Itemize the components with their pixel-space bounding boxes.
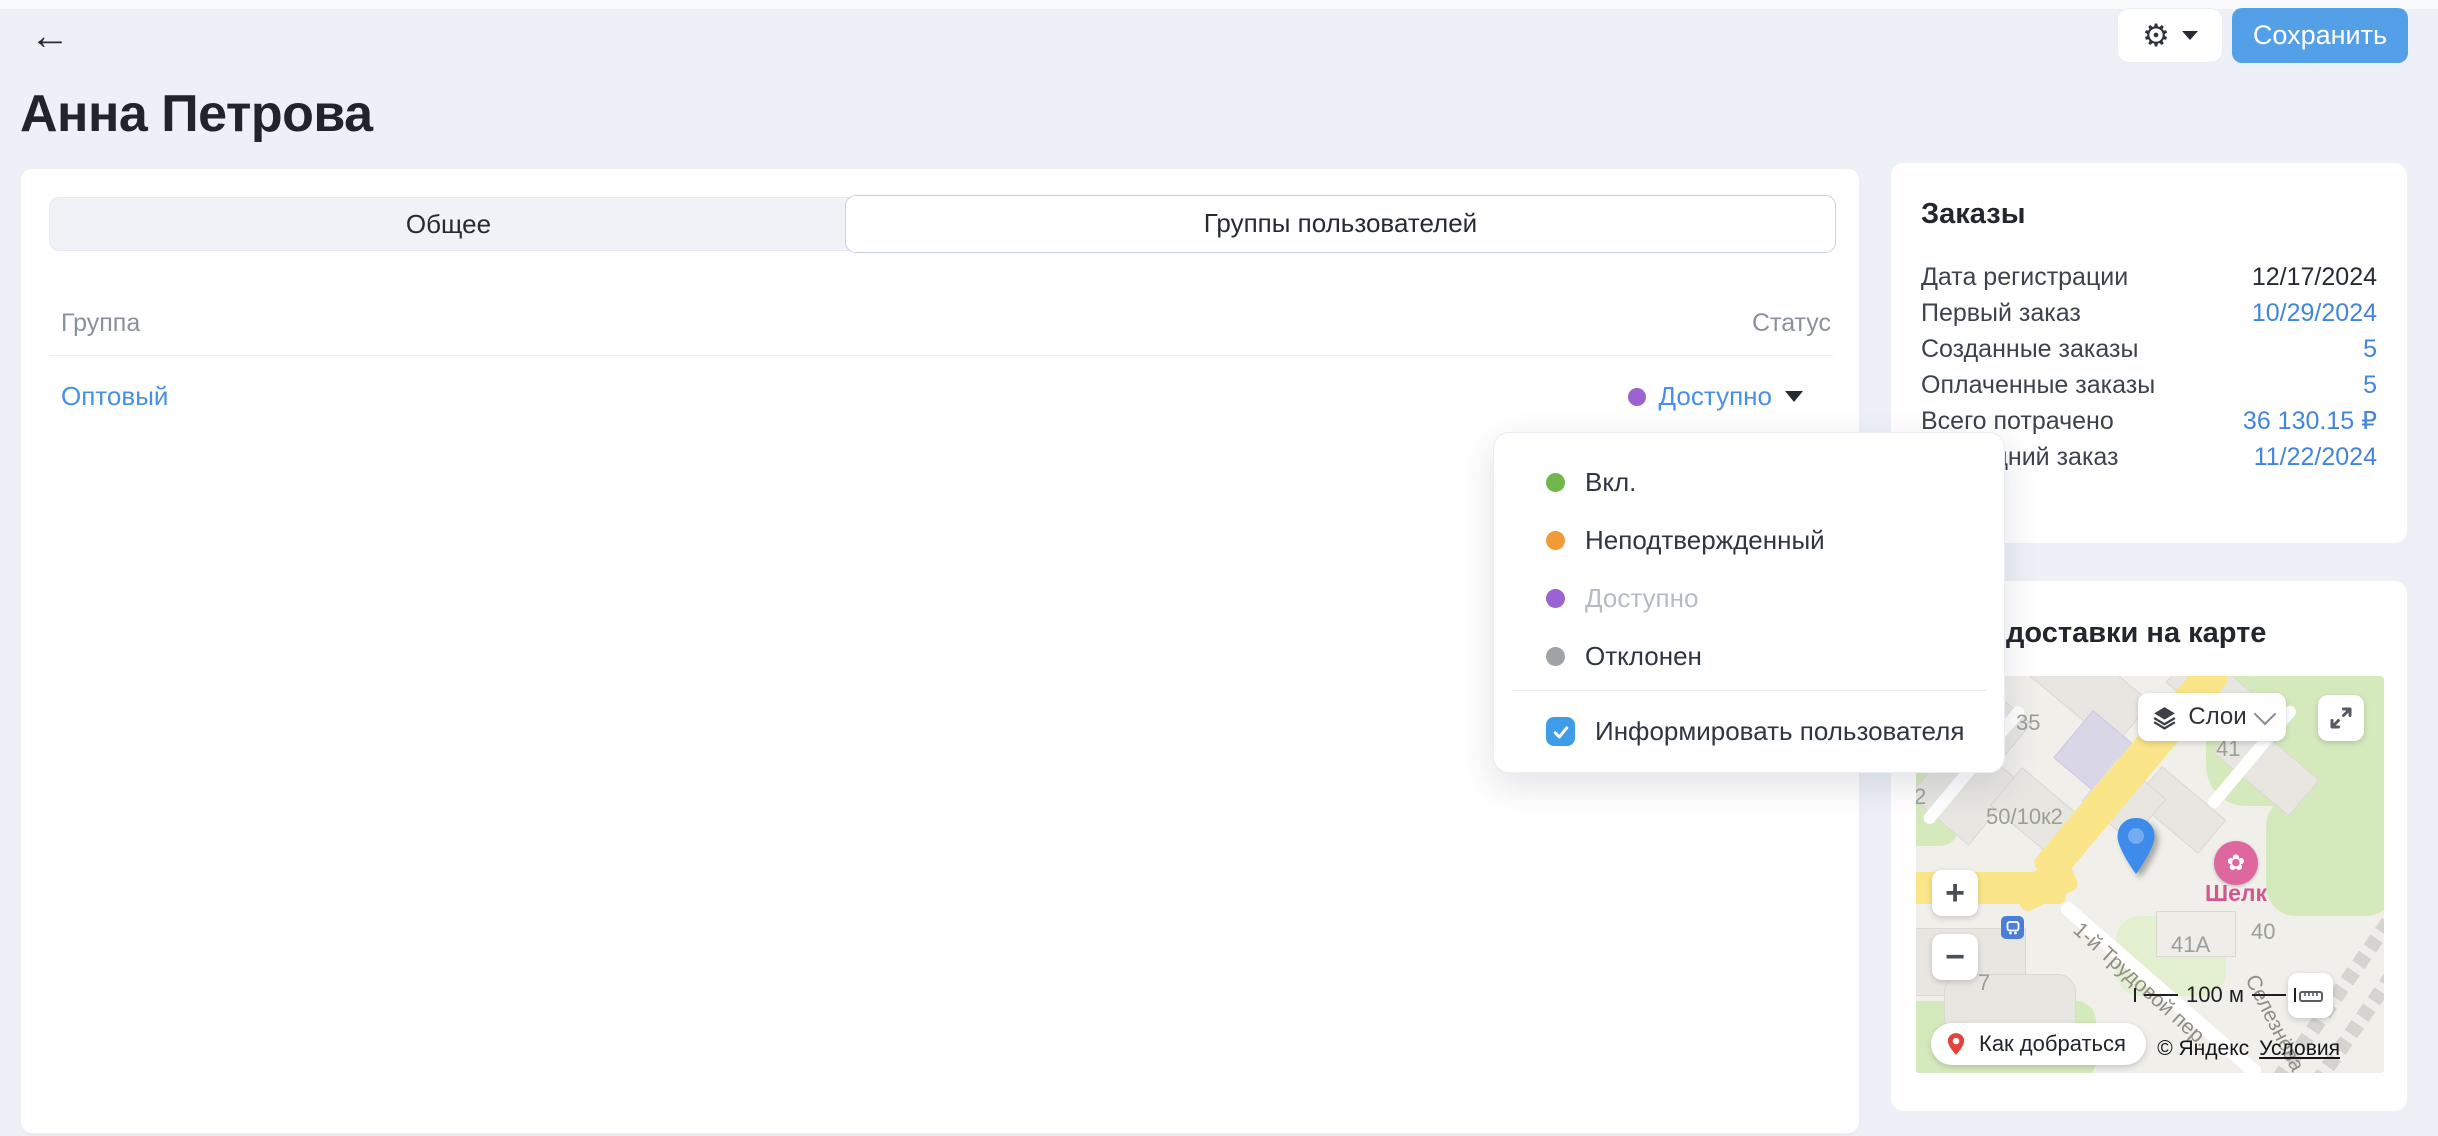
poi-label: Шелк: [2188, 880, 2284, 907]
checkbox-label: Информировать пользователя: [1595, 716, 1964, 747]
layers-button[interactable]: Слои: [2138, 693, 2286, 741]
directions-button[interactable]: Как добраться: [1931, 1023, 2146, 1065]
tab-user-groups[interactable]: Группы пользователей: [845, 195, 1836, 253]
order-row: Созданные заказы 5: [1921, 331, 2377, 367]
screen: ← Анна Петрова ⚙ Сохранить Общее Группы …: [0, 0, 2438, 1136]
checkbox-checked[interactable]: [1546, 717, 1575, 746]
map-card-title: доставки на карте: [2006, 617, 2266, 650]
map-label: 7: [1978, 970, 1990, 996]
order-label: Первый заказ: [1921, 299, 2081, 328]
save-button[interactable]: Сохранить: [2232, 8, 2408, 63]
scale-label: 100 м: [2186, 982, 2244, 1008]
column-header-group: Группа: [61, 309, 140, 338]
map-label: 35: [2016, 710, 2040, 736]
order-value-link[interactable]: 11/22/2024: [2254, 443, 2377, 472]
red-pin-icon: [1943, 1031, 1969, 1057]
page-title: Анна Петрова: [20, 84, 373, 144]
caret-down-icon: [1785, 391, 1803, 402]
status-dot: [1546, 589, 1565, 608]
status-menu: Вкл. Неподтвержденный Доступно Отклонен …: [1493, 432, 2005, 773]
order-value-link[interactable]: 5: [2363, 335, 2377, 364]
check-icon: [1551, 722, 1571, 742]
layers-label: Слои: [2188, 703, 2246, 731]
menu-option-available[interactable]: Доступно: [1494, 569, 2004, 627]
back-arrow-icon: ←: [30, 14, 70, 59]
chevron-down-icon: [2253, 703, 2276, 726]
plus-icon: +: [1945, 876, 1965, 910]
status-dot: [1546, 647, 1565, 666]
terms-link[interactable]: Условия: [2259, 1037, 2340, 1061]
table-divider: [49, 355, 1833, 356]
settings-button[interactable]: ⚙: [2117, 8, 2223, 63]
status-dot: [1546, 531, 1565, 550]
menu-option-label: Неподтвержденный: [1585, 525, 1825, 556]
order-label: Созданные заказы: [1921, 335, 2138, 364]
status-dot: [1628, 388, 1646, 406]
gear-icon: ⚙: [2142, 20, 2170, 51]
map-pin-icon[interactable]: [2114, 816, 2158, 881]
status-control[interactable]: Доступно: [1628, 381, 1803, 412]
orders-title: Заказы: [1921, 195, 2377, 233]
order-row: Дата регистрации 12/17/2024: [1921, 259, 2377, 295]
top-strip: [0, 0, 2438, 9]
order-label: Дата регистрации: [1921, 263, 2128, 292]
fullscreen-button[interactable]: [2318, 695, 2364, 741]
minus-icon: −: [1945, 940, 1965, 974]
order-value-link[interactable]: 10/29/2024: [2252, 299, 2377, 328]
tab-general[interactable]: Общее: [50, 198, 847, 250]
ruler-icon: [2297, 982, 2325, 1010]
tab-bar: Общее Группы пользователей: [49, 197, 1833, 251]
status-dot: [1546, 473, 1565, 492]
copyright-text: © Яндекс: [2157, 1037, 2249, 1061]
map-label: 41А: [2171, 932, 2210, 958]
menu-option-label: Доступно: [1585, 583, 1698, 614]
menu-option-rejected[interactable]: Отклонен: [1494, 627, 2004, 685]
order-value: 12/17/2024: [2252, 263, 2377, 292]
menu-option-unconfirmed[interactable]: Неподтвержденный: [1494, 511, 2004, 569]
poi-marker[interactable]: ✿: [2214, 841, 2258, 885]
menu-option-label: Вкл.: [1585, 467, 1636, 498]
zoom-out-button[interactable]: −: [1932, 934, 1978, 980]
menu-option-label: Отклонен: [1585, 641, 1702, 672]
map-label: 50/10к2: [1986, 804, 2063, 830]
order-label: Оплаченные заказы: [1921, 371, 2155, 400]
flower-icon: ✿: [2227, 850, 2245, 876]
menu-option-on[interactable]: Вкл.: [1494, 453, 2004, 511]
order-value-link[interactable]: 36 130.15 ₽: [2243, 406, 2377, 436]
order-value-link[interactable]: 5: [2363, 371, 2377, 400]
zoom-in-button[interactable]: +: [1932, 870, 1978, 916]
notify-checkbox-row[interactable]: Информировать пользователя: [1546, 716, 2004, 747]
map-attribution: © Яндекс Условия: [2157, 1037, 2340, 1061]
order-row: Оплаченные заказы 5: [1921, 367, 2377, 403]
expand-icon: [2328, 705, 2354, 731]
layers-icon: [2151, 704, 2178, 731]
scale-bar: 100 м: [2130, 982, 2300, 1008]
status-label: Доступно: [1659, 381, 1772, 412]
column-header-status: Статус: [1752, 309, 1831, 338]
menu-divider: [1512, 690, 1986, 691]
map-label: 2: [1916, 784, 1926, 810]
back-button[interactable]: ←: [24, 10, 76, 62]
order-row: Первый заказ 10/29/2024: [1921, 295, 2377, 331]
group-link[interactable]: Оптовый: [61, 381, 168, 412]
map-label: 40: [2251, 919, 2275, 945]
transit-stop-icon: [2001, 916, 2024, 939]
chevron-down-icon: [2182, 31, 2198, 40]
directions-label: Как добраться: [1979, 1031, 2126, 1057]
